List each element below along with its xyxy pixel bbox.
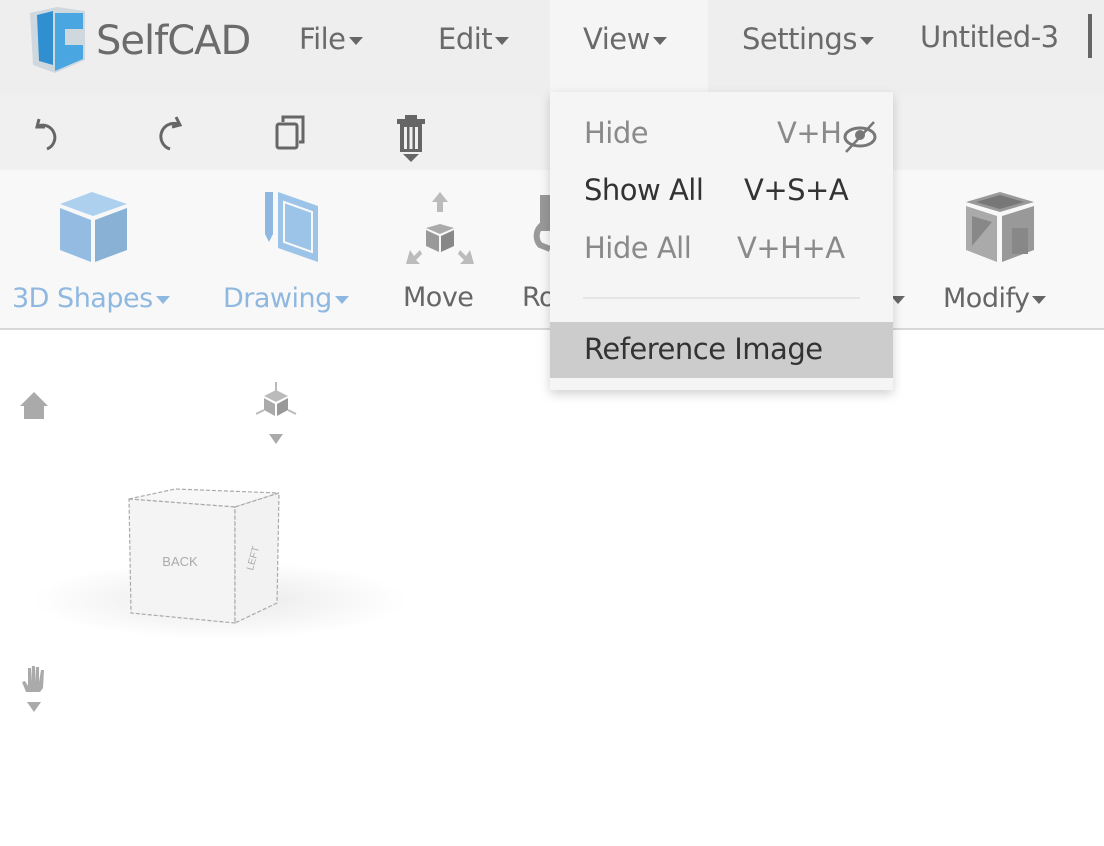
ribbon-modify[interactable]: Modify <box>943 283 1047 314</box>
menu-file[interactable]: File <box>299 22 363 56</box>
ribbon-3d-shapes[interactable]: 3D Shapes <box>12 283 170 314</box>
caret-down-icon <box>859 37 874 45</box>
ribbon-move[interactable]: Move <box>403 282 474 313</box>
redo-icon[interactable] <box>150 113 186 153</box>
menu-view-label: View <box>583 22 650 56</box>
copy-icon[interactable] <box>273 114 309 154</box>
3d-shapes-cube-icon[interactable] <box>55 190 135 266</box>
menu-item-hide-all[interactable]: Hide All V+H+A <box>550 221 893 277</box>
view-cube-orientation-icon[interactable] <box>256 382 298 448</box>
document-title[interactable]: Untitled-3 <box>920 20 1059 54</box>
move-arrows-icon[interactable] <box>402 190 482 266</box>
menu-settings[interactable]: Settings <box>742 22 874 56</box>
caret-down-icon <box>495 37 510 45</box>
caret-down-icon <box>334 295 349 304</box>
navigation-cube[interactable]: BACK LEFT <box>125 485 285 627</box>
rotate-icon[interactable] <box>530 195 550 255</box>
modify-icon[interactable] <box>960 190 1040 266</box>
menu-view[interactable]: View <box>583 22 667 56</box>
eye-slash-icon <box>843 121 877 153</box>
ribbon-3d-shapes-label: 3D Shapes <box>12 283 153 314</box>
caret-down-icon <box>348 37 363 45</box>
ribbon-drawing[interactable]: Drawing <box>223 283 349 314</box>
selfcad-logo[interactable] <box>25 5 95 79</box>
menu-item-hide-label: Hide <box>584 116 649 150</box>
view-dropdown-menu: Hide V+H Show All V+S+A Hide All V+H+A R… <box>550 92 893 390</box>
delete-icon[interactable] <box>395 114 427 166</box>
ribbon-drawing-label: Drawing <box>223 283 332 314</box>
caret-down-icon <box>155 295 170 304</box>
caret-down-icon[interactable] <box>891 296 905 304</box>
menu-item-hide-all-label: Hide All <box>584 231 692 265</box>
drawing-blueprint-icon[interactable] <box>262 190 322 266</box>
pan-hand-icon[interactable] <box>18 662 50 718</box>
app-name: SelfCAD <box>96 18 251 64</box>
menu-settings-label: Settings <box>742 22 857 56</box>
caret-down-icon <box>1032 295 1047 304</box>
menu-separator <box>583 297 860 299</box>
cube-face-back: BACK <box>162 554 198 569</box>
logo-cube-icon <box>30 7 85 73</box>
undo-icon[interactable] <box>33 113 69 153</box>
home-icon[interactable] <box>18 390 50 420</box>
menu-item-hide-all-shortcut: V+H+A <box>737 231 845 265</box>
ribbon-modify-label: Modify <box>943 283 1030 314</box>
title-divider <box>1088 14 1092 58</box>
menu-item-hide[interactable]: Hide V+H <box>550 106 893 162</box>
menu-item-show-all-shortcut: V+S+A <box>744 173 849 207</box>
menu-edit[interactable]: Edit <box>438 22 510 56</box>
menu-item-hide-shortcut: V+H <box>777 116 842 150</box>
menu-item-reference-image[interactable]: Reference Image <box>550 322 893 378</box>
menu-item-show-all[interactable]: Show All V+S+A <box>550 163 893 219</box>
menu-file-label: File <box>299 22 346 56</box>
menu-edit-label: Edit <box>438 22 493 56</box>
menu-item-reference-image-label: Reference Image <box>584 332 823 366</box>
menu-item-show-all-label: Show All <box>584 173 704 207</box>
caret-down-icon <box>652 37 667 45</box>
